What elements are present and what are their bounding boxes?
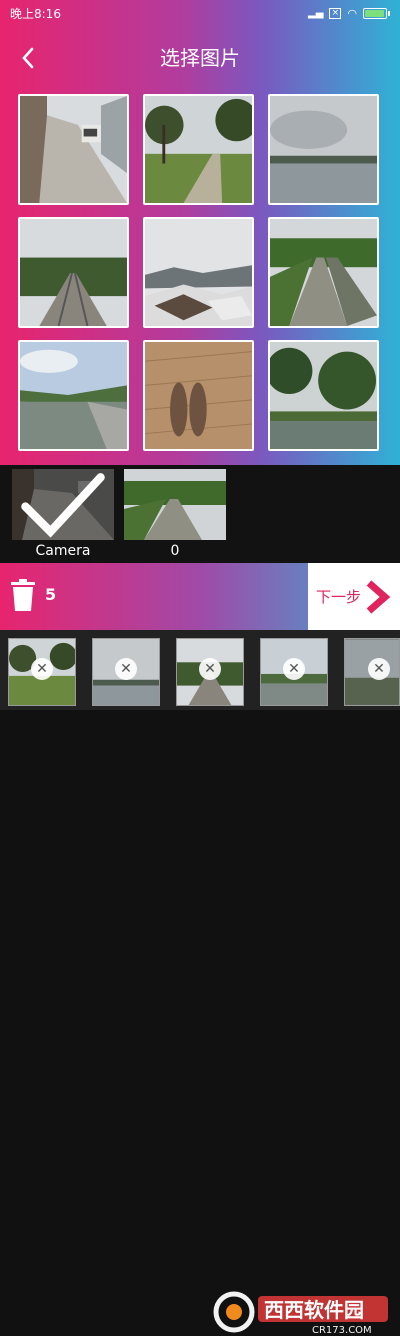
album-0-label: 0 [170,543,180,559]
battery-tip [388,10,390,16]
no-sim-icon: × [329,7,342,19]
battery-icon [363,7,387,19]
remove-photo-3-button[interactable]: ✕ [199,658,221,680]
photo-thumb-6[interactable] [268,217,379,328]
album-0-cover [124,469,226,540]
remove-photo-2-button[interactable]: ✕ [115,658,137,680]
svg-text:CR173.COM: CR173.COM [312,1325,372,1336]
header: 选择图片 [0,38,400,78]
cr173-watermark-logo: 西西软件园 CR173.COM [213,1291,388,1336]
status-icons: ▂▄ × ◠ [308,7,390,20]
page-title: 选择图片 [160,46,240,70]
status-bar: 晚上8:16 ▂▄ × ◠ [0,0,400,26]
next-step-button[interactable]: 下一步 [308,563,400,630]
selected-count: 5 [45,585,57,604]
pond-trees-photo [270,342,377,449]
album-tray: Camera 0 [0,465,400,563]
lake-photo [270,96,377,203]
photo-thumb-8[interactable] [143,340,254,451]
trash-icon[interactable] [11,579,35,611]
next-step-label: 下一步 [316,588,362,606]
photo-thumb-5[interactable] [143,217,254,328]
selected-photos-strip: ✕ ✕ ✕ ✕ ✕ 西西软件园 CR173.COM [0,630,400,1336]
photo-thumb-4[interactable] [18,217,129,328]
park-path-photo [145,96,252,203]
status-time: 晚上8:16 [10,6,61,21]
railway-platform-photo [270,219,377,326]
photo-thumb-3[interactable] [268,94,379,205]
action-bar: 5 下一步 [0,563,400,630]
photo-grid [18,94,384,464]
signal-icon: ▂▄ [308,7,324,19]
chevron-right-icon [366,579,391,614]
album-0[interactable] [124,469,226,540]
svg-text:西西软件园: 西西软件园 [264,1298,364,1322]
remove-photo-1-button[interactable]: ✕ [31,658,53,680]
photo-thumb-7[interactable] [18,340,129,451]
photo-thumb-2[interactable] [143,94,254,205]
tiled-floor-shadow-photo [145,342,252,449]
remove-photo-5-button[interactable]: ✕ [368,658,390,680]
canal-photo [20,342,127,449]
album-camera[interactable] [12,469,114,540]
album-camera-label: Camera [35,543,91,559]
photo-thumb-1[interactable] [18,94,129,205]
alley-photo [20,96,127,203]
snowy-rooftops-photo [145,219,252,326]
remove-photo-4-button[interactable]: ✕ [283,658,305,680]
photo-thumb-9[interactable] [268,340,379,451]
railway-photo [20,219,127,326]
selected-check-icon [12,469,114,540]
wifi-icon: ◠ [347,6,357,20]
